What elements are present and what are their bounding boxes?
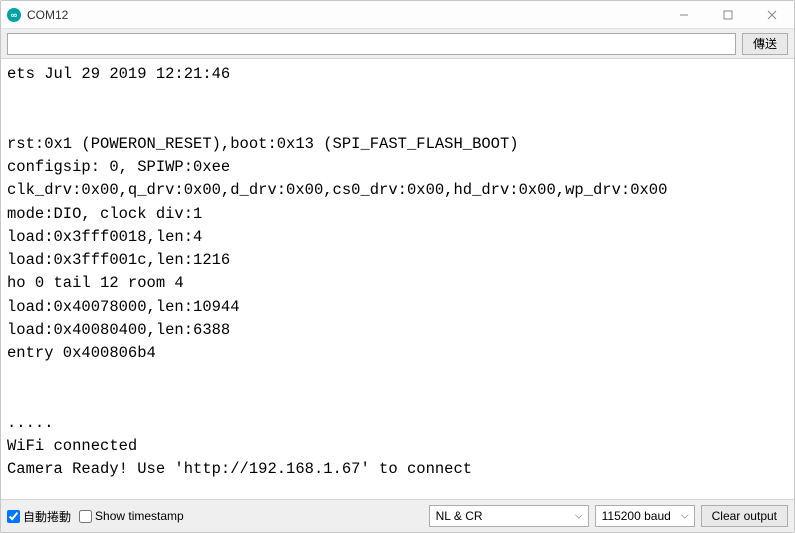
send-button[interactable]: 傳送 — [742, 33, 788, 55]
line-ending-value: NL & CR — [436, 509, 483, 523]
serial-console-output[interactable]: ets Jul 29 2019 12:21:46 rst:0x1 (POWERO… — [1, 59, 794, 500]
minimize-button[interactable] — [662, 1, 706, 28]
maximize-button[interactable] — [706, 1, 750, 28]
maximize-icon — [723, 10, 733, 20]
baud-rate-select[interactable]: 115200 baud ⌵ — [595, 505, 695, 527]
window-controls — [662, 1, 794, 28]
bottom-toolbar: 自動捲動 Show timestamp NL & CR ⌵ 115200 bau… — [1, 500, 794, 532]
line-ending-select[interactable]: NL & CR ⌵ — [429, 505, 589, 527]
close-icon — [767, 10, 777, 20]
title-bar: ∞ COM12 — [1, 1, 794, 29]
timestamp-label: Show timestamp — [95, 509, 184, 523]
timestamp-checkbox[interactable]: Show timestamp — [79, 509, 184, 523]
chevron-down-icon: ⌵ — [575, 511, 583, 522]
title-left: ∞ COM12 — [1, 8, 68, 22]
arduino-icon: ∞ — [7, 8, 21, 22]
autoscroll-input[interactable] — [7, 510, 20, 523]
send-toolbar: 傳送 — [1, 29, 794, 59]
window-title: COM12 — [27, 8, 68, 22]
chevron-down-icon: ⌵ — [681, 511, 689, 522]
autoscroll-checkbox[interactable]: 自動捲動 — [7, 508, 71, 525]
clear-output-button[interactable]: Clear output — [701, 505, 788, 527]
minimize-icon — [679, 10, 689, 20]
autoscroll-label: 自動捲動 — [23, 508, 71, 525]
baud-rate-value: 115200 baud — [602, 509, 671, 523]
timestamp-input[interactable] — [79, 510, 92, 523]
serial-send-input[interactable] — [7, 33, 736, 55]
serial-monitor-window: ∞ COM12 傳送 ets Jul 29 2019 12:21:46 rst:… — [0, 0, 795, 533]
close-button[interactable] — [750, 1, 794, 28]
